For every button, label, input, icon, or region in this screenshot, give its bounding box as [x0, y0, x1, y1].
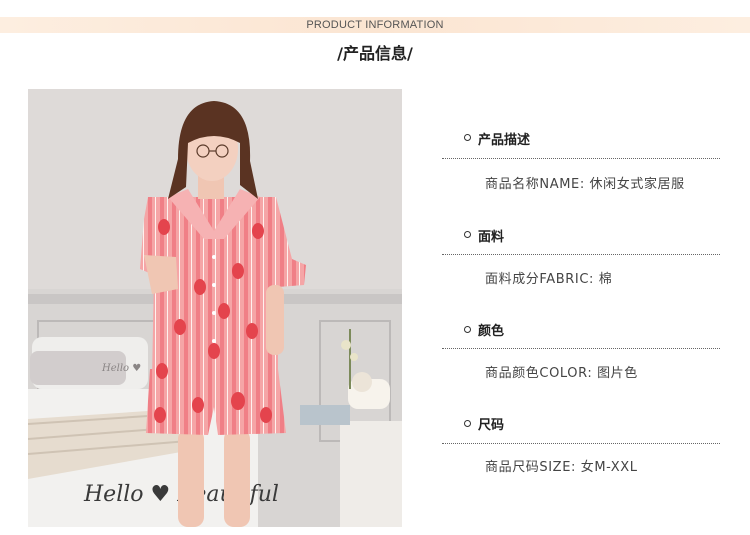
name-value: 商品名称NAME: 休闲女式家居服	[485, 177, 685, 192]
divider	[442, 443, 720, 444]
pillow-text: Hello ♥	[101, 363, 141, 374]
section-title: /产品信息/	[337, 44, 413, 63]
header-band-label: PRODUCT INFORMATION	[306, 19, 444, 31]
fabric-heading: 面料	[478, 230, 505, 245]
color-heading: 颜色	[478, 324, 505, 339]
divider	[442, 158, 720, 159]
divider	[442, 348, 720, 349]
description-heading: 产品描述	[478, 133, 531, 148]
bullet-icon	[464, 231, 471, 238]
color-value: 商品颜色COLOR: 图片色	[485, 366, 638, 381]
bullet-icon	[464, 326, 471, 333]
bullet-icon	[464, 420, 471, 427]
bullet-icon	[464, 134, 471, 141]
divider	[442, 254, 720, 255]
product-photo: Hello ♥ Hello ♥ Beautiful	[28, 89, 402, 527]
size-value: 商品尺码SIZE: 女M-XXL	[485, 460, 638, 475]
fabric-value: 面料成分FABRIC: 棉	[485, 272, 613, 287]
size-heading: 尺码	[478, 418, 505, 433]
